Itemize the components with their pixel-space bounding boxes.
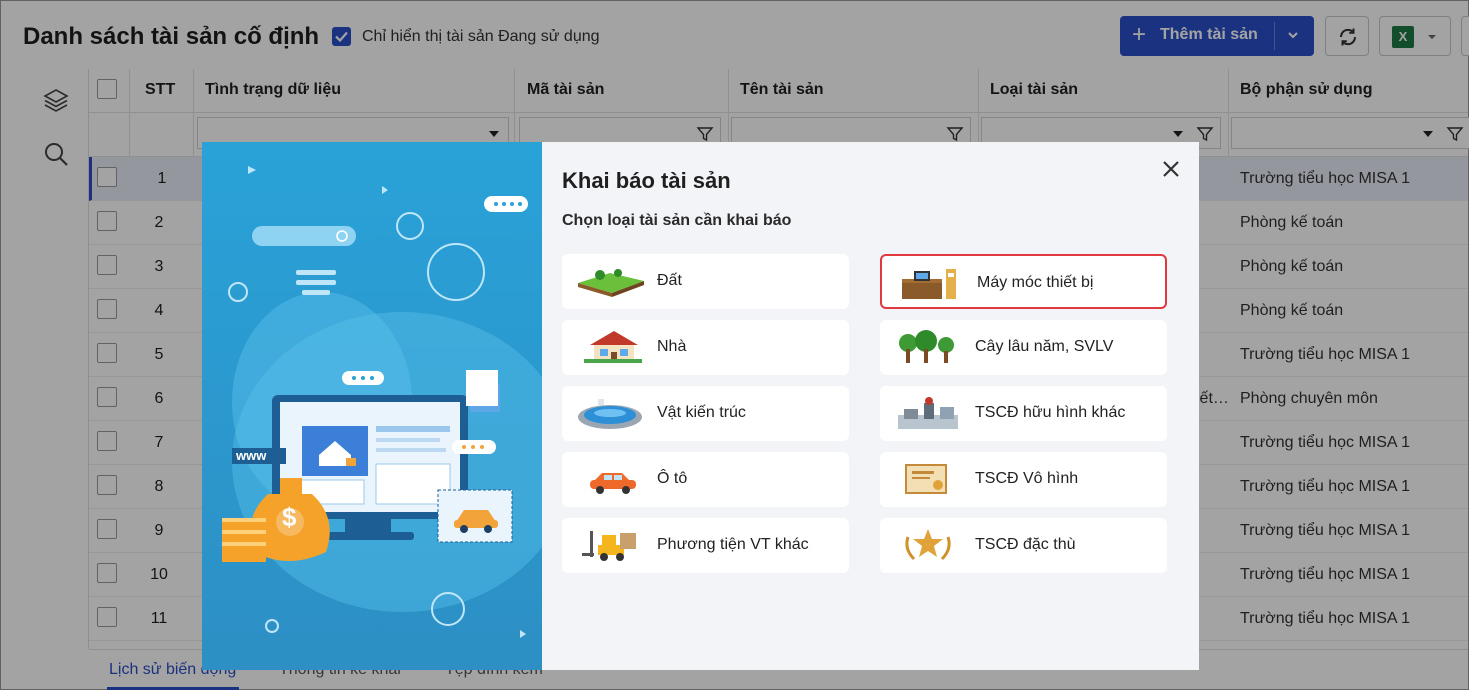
trees-icon — [899, 330, 954, 363]
intangible-icon — [905, 464, 947, 494]
option-intangible[interactable]: TSCĐ Vô hình — [880, 452, 1167, 507]
land-icon — [578, 269, 644, 297]
special-asset-icon — [905, 529, 951, 561]
option-label: TSCĐ Vô hình — [975, 470, 1079, 487]
option-other-vehicle[interactable]: Phương tiện VT khác — [562, 518, 849, 573]
option-label: Ô tô — [657, 470, 688, 487]
dollar-icon: $ — [282, 502, 297, 532]
option-machinery[interactable]: Máy móc thiết bị — [880, 254, 1167, 309]
option-house[interactable]: Nhà — [562, 320, 849, 375]
structure-icon — [578, 399, 642, 429]
option-label: Phương tiện VT khác — [657, 536, 809, 553]
option-perennial-trees[interactable]: Cây lâu năm, SVLV — [880, 320, 1167, 375]
option-label: Máy móc thiết bị — [977, 274, 1094, 291]
dialog-title: Khai báo tài sản — [562, 168, 731, 193]
option-other-tangible[interactable]: TSCĐ hữu hình khác — [880, 386, 1167, 441]
option-label: TSCĐ đặc thù — [975, 536, 1076, 553]
option-label: Cây lâu năm, SVLV — [975, 338, 1114, 355]
option-label: TSCĐ hữu hình khác — [975, 404, 1126, 421]
illustration-graphic — [222, 166, 542, 638]
dialog-content: Khai báo tài sản Chọn loại tài sản cần k… — [542, 142, 1199, 670]
car-icon — [590, 473, 636, 494]
machinery-icon — [902, 269, 956, 299]
close-icon[interactable] — [1160, 158, 1182, 180]
option-land[interactable]: Đất — [562, 254, 849, 309]
option-label: Vật kiến trúc — [657, 404, 746, 421]
declare-asset-dialog: www $ Khai báo tài sản Chọn loại tài sản… — [202, 142, 1199, 670]
dialog-subtitle: Chọn loại tài sản cần khai báo — [562, 212, 792, 229]
option-label: Đất — [657, 272, 682, 289]
dialog-illustration: www $ — [202, 142, 542, 670]
option-special-asset[interactable]: TSCĐ đặc thù — [880, 518, 1167, 573]
option-car[interactable]: Ô tô — [562, 452, 849, 507]
www-label: www — [236, 448, 267, 463]
option-structure[interactable]: Vật kiến trúc — [562, 386, 849, 441]
forklift-icon — [582, 531, 636, 561]
option-label: Nhà — [657, 338, 687, 355]
house-icon — [584, 331, 642, 363]
other-tangible-icon — [898, 397, 958, 429]
